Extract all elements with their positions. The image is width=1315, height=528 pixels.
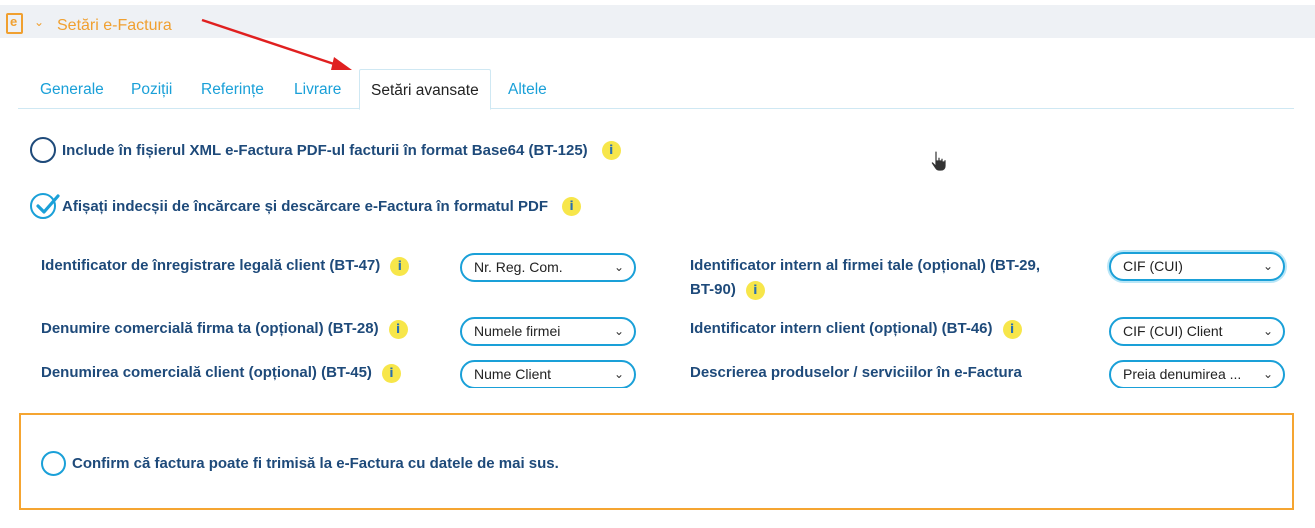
chevron-down-icon: ⌄ <box>1262 324 1273 338</box>
show-options-option[interactable]: Afișați indecșii de încărcare și descărc… <box>30 192 582 220</box>
desc-select[interactable]: Preia denumirea ... ⌄ <box>1109 360 1285 389</box>
include-pdf-label: Include în fișierul XML e-Factura PDF-ul… <box>62 141 588 159</box>
chevron-down-icon: ⌄ <box>613 367 624 381</box>
confirm-checkbox[interactable] <box>41 451 66 476</box>
tab-altele[interactable]: Altele <box>508 81 547 99</box>
show-options-label: Afișați indecșii de încărcare și descărc… <box>62 197 549 215</box>
bt47-select[interactable]: Nr. Reg. Com. ⌄ <box>460 253 636 282</box>
bt47-select-value: Nr. Reg. Com. <box>474 259 563 275</box>
info-icon[interactable]: i <box>1002 319 1022 339</box>
bt46-label: Identificator intern client (opțional) (… <box>690 317 1022 341</box>
bt45-select[interactable]: Nume Client ⌄ <box>460 360 636 389</box>
bt45-select-value: Nume Client <box>474 366 552 382</box>
bt28-select[interactable]: Numele firmei ⌄ <box>460 317 636 346</box>
section-clip <box>0 388 1315 402</box>
chevron-down-icon: ⌄ <box>1262 367 1273 381</box>
tab-referinte[interactable]: Referințe <box>201 81 264 99</box>
confirm-label: Confirm că factura poate fi trimisă la e… <box>72 455 559 472</box>
include-pdf-option[interactable]: Include în fișierul XML e-Factura PDF-ul… <box>30 136 621 164</box>
section-title[interactable]: Setări e-Factura <box>57 17 172 35</box>
efactura-logo-icon: e <box>6 13 23 34</box>
info-icon[interactable]: i <box>390 256 410 276</box>
bt29-label: Identificator intern al firmei tale (opț… <box>690 257 1041 300</box>
hand-cursor-icon <box>930 150 947 172</box>
info-icon[interactable]: i <box>381 363 401 383</box>
confirm-option[interactable]: Confirm că factura poate fi trimisă la e… <box>41 451 559 476</box>
bt28-label: Denumire comercială firma ta (opțional) … <box>41 317 408 341</box>
collapse-chevron-icon[interactable]: ⌄ <box>34 15 44 29</box>
checkmark-icon <box>36 194 60 214</box>
bt28-select-value: Numele firmei <box>474 323 561 339</box>
chevron-down-icon: ⌄ <box>613 260 624 274</box>
bt47-label: Identificator de înregistrare legală cli… <box>41 254 410 278</box>
tab-generale[interactable]: Generale <box>40 81 104 99</box>
include-pdf-checkbox[interactable] <box>30 137 56 163</box>
bt46-select-value: CIF (CUI) Client <box>1123 323 1223 339</box>
chevron-down-icon: ⌄ <box>1262 259 1273 273</box>
bt46-select[interactable]: CIF (CUI) Client ⌄ <box>1109 317 1285 346</box>
tab-livrare[interactable]: Livrare <box>294 81 341 99</box>
tab-setari-avansate[interactable]: Setări avansate <box>359 69 491 110</box>
show-options-checkbox[interactable] <box>30 193 60 219</box>
confirm-panel: Confirm că factura poate fi trimisă la e… <box>19 413 1294 510</box>
info-icon[interactable]: i <box>562 196 582 216</box>
chevron-down-icon: ⌄ <box>613 324 624 338</box>
info-icon[interactable]: i <box>745 280 765 300</box>
bt29-select[interactable]: CIF (CUI) ⌄ <box>1109 252 1285 281</box>
tab-bar: Generale Poziții Referințe Livrare Setăr… <box>18 69 1294 110</box>
info-icon[interactable]: i <box>388 319 408 339</box>
info-icon[interactable]: i <box>601 140 621 160</box>
bt29-select-value: CIF (CUI) <box>1123 258 1183 274</box>
desc-label: Descrierea produselor / serviciilor în e… <box>690 364 1022 381</box>
bt45-label: Denumirea comercială client (opțional) (… <box>41 361 401 385</box>
desc-select-value: Preia denumirea ... <box>1123 366 1242 382</box>
tab-pozitii[interactable]: Poziții <box>131 81 172 99</box>
